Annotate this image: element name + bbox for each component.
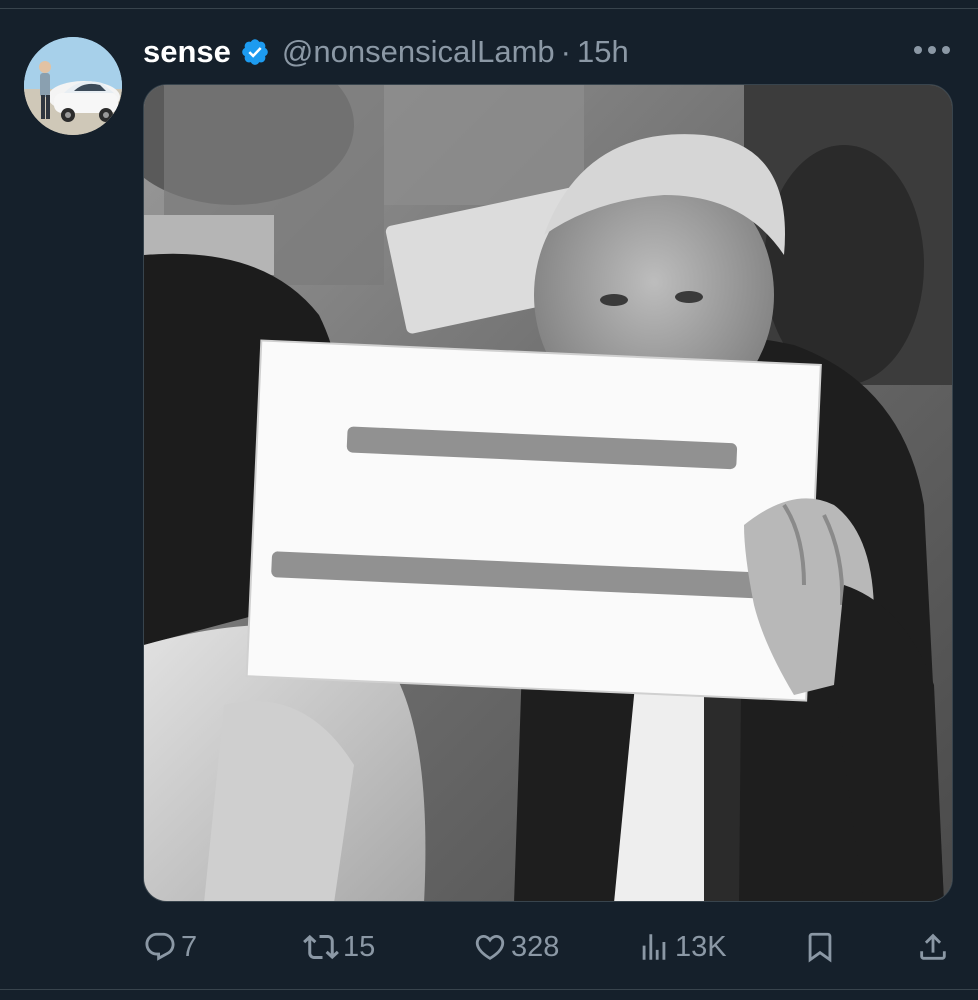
views-button[interactable]: 13K — [637, 922, 727, 972]
views-count: 13K — [675, 930, 727, 963]
more-horizontal-icon — [914, 46, 950, 54]
tweet[interactable]: sense @nonsensicalLamb · 15h 7 15 328 13… — [0, 0, 978, 1000]
bookmark-icon — [808, 932, 832, 963]
more-options-button[interactable] — [910, 38, 954, 62]
photo-man-holding-sign — [144, 85, 952, 901]
bookmark-button[interactable] — [803, 922, 837, 972]
reply-button[interactable]: 7 — [143, 922, 197, 972]
header-separator: · — [560, 34, 571, 69]
reply-count: 7 — [181, 930, 198, 963]
share-icon — [920, 933, 946, 960]
post-timestamp[interactable]: 15h — [577, 34, 629, 70]
avatar[interactable] — [24, 37, 122, 135]
views-chart-icon — [642, 934, 666, 960]
repost-button[interactable]: 15 — [303, 922, 375, 972]
heart-icon — [475, 934, 505, 960]
avatar-image — [24, 37, 122, 135]
reply-icon — [145, 932, 175, 961]
display-name[interactable]: sense — [143, 34, 231, 70]
repost-count: 15 — [343, 930, 376, 963]
bottom-divider — [0, 989, 978, 990]
action-bar: 7 15 328 13K — [143, 922, 953, 972]
verified-badge-icon[interactable] — [240, 37, 270, 67]
repost-icon — [303, 934, 339, 960]
like-count: 328 — [511, 930, 560, 963]
share-button[interactable] — [916, 922, 950, 972]
author-handle[interactable]: @nonsensicalLamb — [282, 34, 555, 70]
tweet-header: sense @nonsensicalLamb · 15h — [143, 30, 629, 74]
like-button[interactable]: 328 — [473, 922, 559, 972]
post-media-photo[interactable] — [143, 84, 953, 902]
